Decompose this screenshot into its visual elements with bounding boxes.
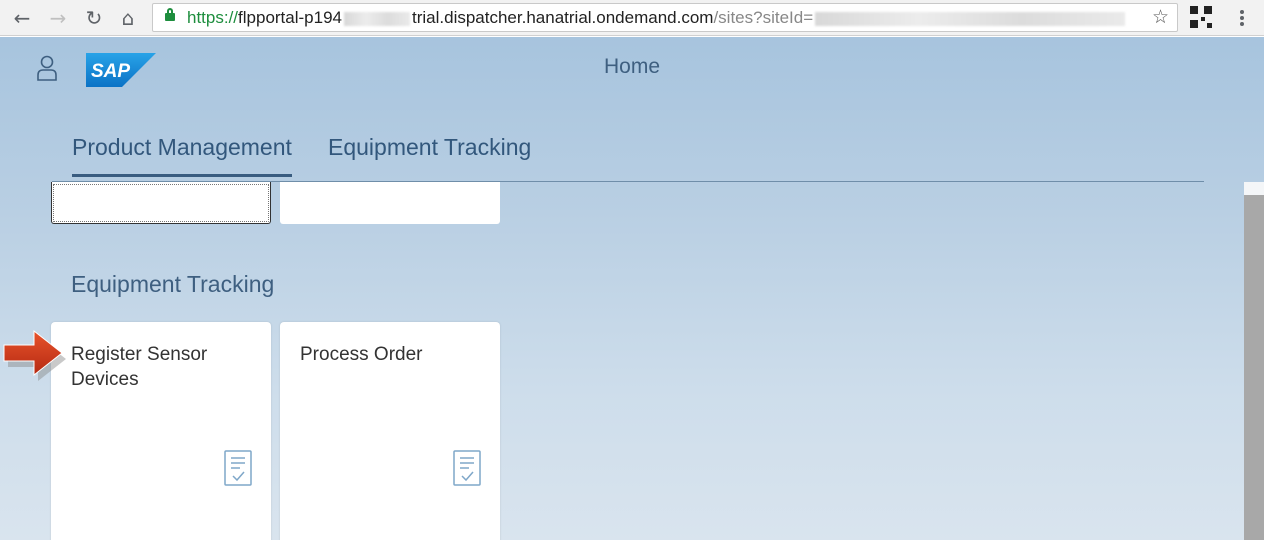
callout-arrow-icon [3,329,66,381]
browser-toolbar: ← → ↻ ⌂ https://flpportal-p194 trial.disp… [0,0,1264,36]
redacted-text [815,11,1126,26]
group-title: Equipment Tracking [71,271,275,297]
qr-code-icon[interactable] [1190,6,1212,28]
bookmark-star-icon[interactable]: ☆ [1152,4,1169,31]
tile-process-order[interactable]: Process Order [280,322,500,540]
tab-equipment-tracking[interactable]: Equipment Tracking [328,134,531,161]
url-text: https://flpportal-p194 trial.dispatcher.h… [187,4,1127,31]
reload-button[interactable]: ↻ [80,4,108,32]
tile-title: Process Order [300,344,423,365]
tile-partially-visible-2[interactable] [280,182,500,224]
tile-register-sensor-devices[interactable]: Register Sensor Devices [51,322,271,540]
scrollbar-thumb[interactable] [1244,195,1264,540]
redacted-text [344,11,410,26]
task-checklist-icon [453,450,481,486]
anchor-nav-bar: Product Management Equipment Tracking [52,117,1204,182]
forward-button[interactable]: → [44,4,72,32]
back-button[interactable]: ← [8,4,36,32]
lock-icon [165,8,175,21]
tile-title: Register Sensor Devices [71,344,208,390]
page-title: Home [603,55,661,78]
launchpad-page: SAP Home Product Management Equipment Tr… [0,37,1264,540]
browser-menu-icon[interactable] [1232,8,1252,28]
address-bar[interactable]: https://flpportal-p194 trial.dispatcher.h… [152,3,1178,32]
task-checklist-icon [224,450,252,486]
tile-partially-visible-1[interactable] [51,182,271,224]
home-button[interactable]: ⌂ [114,4,142,32]
tab-product-management[interactable]: Product Management [72,134,292,177]
